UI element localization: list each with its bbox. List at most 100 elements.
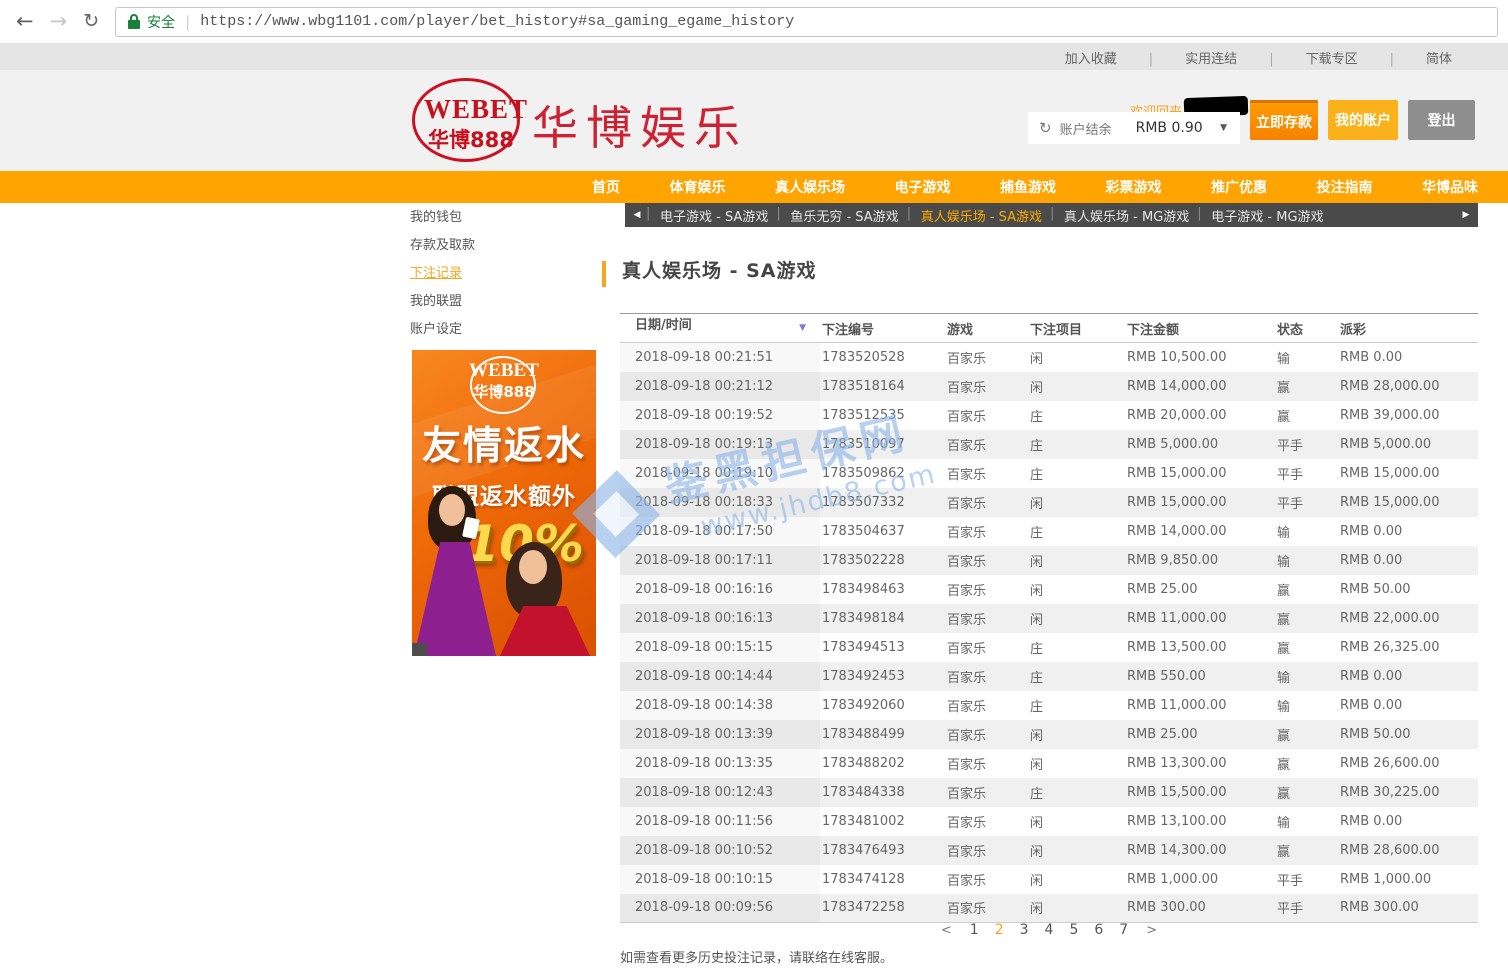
nav-item[interactable]: 电子游戏 xyxy=(895,177,951,197)
cell-datetime: 2018-09-18 00:21:12 xyxy=(620,372,820,401)
sidebar-item[interactable]: 下注记录 xyxy=(410,260,596,288)
pagination-page[interactable]: 7 xyxy=(1119,922,1128,938)
my-account-button[interactable]: 我的账户 xyxy=(1328,100,1398,140)
secure-label[interactable]: 安全 xyxy=(147,12,175,32)
sidebar-item[interactable]: 我的联盟 xyxy=(410,288,596,316)
cell-payout: RMB 26,325.00 xyxy=(1338,633,1478,662)
nav-item[interactable]: 首页 xyxy=(592,177,620,197)
game-tab[interactable]: 电子游戏 - SA游戏 xyxy=(660,206,768,225)
pagination-page[interactable]: 6 xyxy=(1094,922,1103,938)
cell-bet-item: 庄 xyxy=(1028,633,1125,662)
pagination-page[interactable]: 2 xyxy=(995,922,1004,938)
top-link[interactable]: 加入收藏 xyxy=(1065,48,1153,67)
table-row: 2018-09-18 00:21:12 1783518164 百家乐 闲 RMB… xyxy=(620,372,1478,401)
promo-banner[interactable]: WEBET 华博888 友情返水 联盟返水额外 10% xyxy=(412,350,596,656)
nav-item[interactable]: 体育娱乐 xyxy=(670,177,726,197)
pagination-page[interactable]: 4 xyxy=(1045,922,1054,938)
main-nav: 首页 体育娱乐 真人娱乐场 电子游戏 捕鱼游戏 彩票游戏 推广优惠 投注指南 华博品味 xyxy=(0,171,1508,203)
deposit-button[interactable]: 立即存款 xyxy=(1250,100,1318,140)
browser-refresh-icon[interactable]: ↻ xyxy=(83,12,99,31)
pagination-prev[interactable]: < xyxy=(941,923,952,938)
balance-dropdown[interactable]: ↻ 账户结余 RMB 0.90 ▼ xyxy=(1028,112,1240,144)
table-row: 2018-09-18 00:09:56 1783472258 百家乐 闲 RMB… xyxy=(620,894,1478,923)
pagination-page[interactable]: 1 xyxy=(970,922,979,938)
cell-payout: RMB 15,000.00 xyxy=(1338,488,1478,517)
cell-bet-item: 闲 xyxy=(1028,575,1125,604)
col-header-bet-item[interactable]: 下注项目 xyxy=(1028,314,1125,343)
top-link[interactable]: 实用连结 xyxy=(1185,48,1273,67)
cell-datetime: 2018-09-18 00:19:52 xyxy=(620,401,820,430)
cell-bet-no: 1783512535 xyxy=(820,401,945,430)
chevron-down-icon[interactable]: ▼ xyxy=(1220,123,1227,133)
sidebar-item[interactable]: 账户设定 xyxy=(410,316,596,344)
nav-item[interactable]: 推广优惠 xyxy=(1211,177,1267,197)
browser-back-icon[interactable]: ← xyxy=(16,11,34,32)
col-header-amount[interactable]: 下注金额 xyxy=(1125,314,1275,343)
cell-payout: RMB 15,000.00 xyxy=(1338,459,1478,488)
cell-game: 百家乐 xyxy=(945,575,1028,604)
cell-game: 百家乐 xyxy=(945,430,1028,459)
cell-amount: RMB 25.00 xyxy=(1125,720,1275,749)
game-tab[interactable]: 电子游戏 - MG游戏 xyxy=(1211,206,1323,225)
address-bar[interactable]: 安全 | https://www.wbg1101.com/player/bet_… xyxy=(115,7,1498,37)
cell-payout: RMB 50.00 xyxy=(1338,720,1478,749)
url-text[interactable]: https://www.wbg1101.com/player/bet_histo… xyxy=(200,13,794,30)
nav-item[interactable]: 彩票游戏 xyxy=(1106,177,1162,197)
sidebar-item[interactable]: 我的钱包 xyxy=(410,204,596,232)
cell-game: 百家乐 xyxy=(945,749,1028,778)
account-sidebar: 我的钱包存款及取款下注记录我的联盟账户设定 xyxy=(410,204,596,344)
brand-name[interactable]: 华博娱乐 xyxy=(532,92,748,158)
cell-status: 赢 xyxy=(1275,372,1338,401)
sidebar-item[interactable]: 存款及取款 xyxy=(410,232,596,260)
cell-bet-item: 闲 xyxy=(1028,343,1125,372)
cell-amount: RMB 15,000.00 xyxy=(1125,459,1275,488)
cell-amount: RMB 9,850.00 xyxy=(1125,546,1275,575)
cell-amount: RMB 10,500.00 xyxy=(1125,343,1275,372)
tabs-scroll-right-icon[interactable]: ▶ xyxy=(1454,210,1478,220)
game-tab[interactable]: 鱼乐无穷 - SA游戏 xyxy=(790,206,898,225)
webet-logo[interactable]: WEBET 华博888 xyxy=(410,76,528,166)
cell-bet-item: 庄 xyxy=(1028,459,1125,488)
balance-value: RMB 0.90 xyxy=(1136,120,1203,136)
cell-status: 赢 xyxy=(1275,633,1338,662)
cell-bet-item: 闲 xyxy=(1028,546,1125,575)
refresh-balance-icon[interactable]: ↻ xyxy=(1039,119,1052,137)
col-header-bet-no[interactable]: 下注编号 xyxy=(820,314,945,343)
nav-item[interactable]: 投注指南 xyxy=(1317,177,1373,197)
top-link[interactable]: 下载专区 xyxy=(1306,48,1394,67)
pagination-next[interactable]: > xyxy=(1146,923,1157,938)
cell-amount: RMB 11,000.00 xyxy=(1125,691,1275,720)
cell-amount: RMB 5,000.00 xyxy=(1125,430,1275,459)
browser-toolbar: ← → ↻ 安全 | https://www.wbg1101.com/playe… xyxy=(0,0,1508,44)
game-tab[interactable]: 真人娱乐场 - SA游戏 xyxy=(921,206,1042,225)
table-row: 2018-09-18 00:14:44 1783492453 百家乐 庄 RMB… xyxy=(620,662,1478,691)
col-header-status[interactable]: 状态 xyxy=(1275,314,1338,343)
cell-datetime: 2018-09-18 00:09:56 xyxy=(620,894,820,923)
table-row: 2018-09-18 00:12:43 1783484338 百家乐 庄 RMB… xyxy=(620,778,1478,807)
col-header-datetime[interactable]: 日期/时间 ▼ xyxy=(620,314,820,343)
pagination-page[interactable]: 3 xyxy=(1020,922,1029,938)
cell-datetime: 2018-09-18 00:14:38 xyxy=(620,691,820,720)
game-tab[interactable]: 真人娱乐场 - MG游戏 xyxy=(1064,206,1189,225)
col-header-game[interactable]: 游戏 xyxy=(945,314,1028,343)
cell-game: 百家乐 xyxy=(945,691,1028,720)
top-link[interactable]: 简体 xyxy=(1426,48,1452,67)
col-header-payout[interactable]: 派彩 xyxy=(1338,314,1478,343)
nav-item[interactable]: 真人娱乐场 xyxy=(775,177,845,197)
cell-game: 百家乐 xyxy=(945,633,1028,662)
nav-item[interactable]: 华博品味 xyxy=(1422,177,1478,197)
cell-payout: RMB 0.00 xyxy=(1338,546,1478,575)
pagination-page[interactable]: 5 xyxy=(1069,922,1078,938)
cell-payout: RMB 26,600.00 xyxy=(1338,749,1478,778)
cell-payout: RMB 0.00 xyxy=(1338,343,1478,372)
logout-button[interactable]: 登出 xyxy=(1408,100,1475,140)
cell-bet-item: 闲 xyxy=(1028,865,1125,894)
cell-payout: RMB 0.00 xyxy=(1338,807,1478,836)
sort-desc-icon[interactable]: ▼ xyxy=(799,314,806,342)
cell-amount: RMB 14,000.00 xyxy=(1125,372,1275,401)
table-row: 2018-09-18 00:16:16 1783498463 百家乐 闲 RMB… xyxy=(620,575,1478,604)
cell-amount: RMB 15,500.00 xyxy=(1125,778,1275,807)
nav-item[interactable]: 捕鱼游戏 xyxy=(1000,177,1056,197)
cell-bet-item: 闲 xyxy=(1028,372,1125,401)
cell-bet-no: 1783476493 xyxy=(820,836,945,865)
